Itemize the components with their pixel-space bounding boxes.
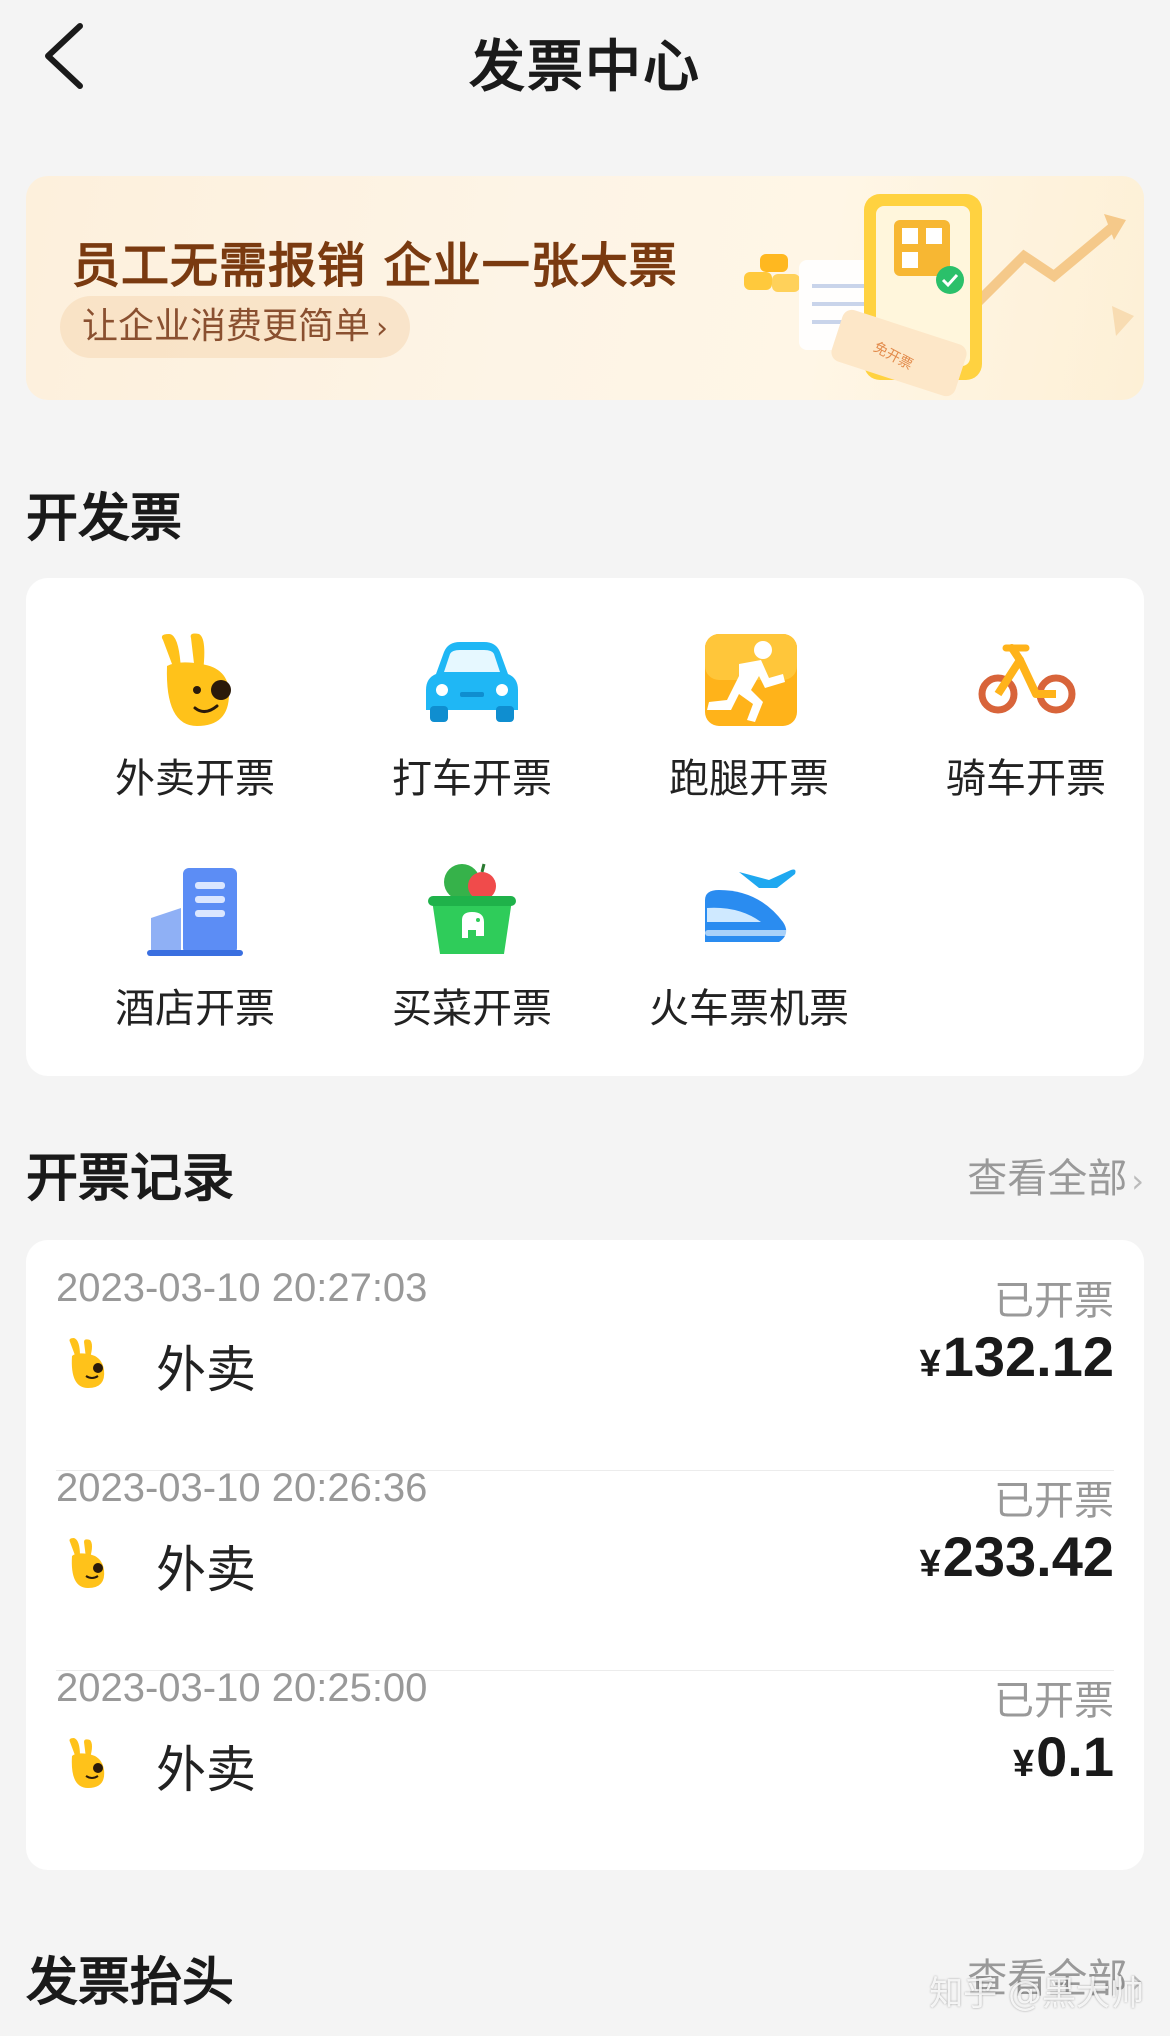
kangaroo-icon [69,1738,105,1788]
watermark: 知乎 @黑大帅 [929,1974,1144,2014]
grid-label-bike: 骑车开票 [946,756,1106,802]
grid-label-grocery: 买菜开票 [392,986,552,1032]
record-amount: ¥233.42 [920,1524,1114,1589]
nav-bar: 发票中心 [0,0,1170,112]
record-time: 2023-03-10 20:27:03 [56,1266,428,1310]
grid-label-taxi: 打车开票 [392,756,552,802]
chevron-right-icon: › [376,311,389,346]
currency-symbol: ¥ [919,1343,941,1385]
record-time: 2023-03-10 20:25:00 [56,1666,428,1710]
record-amount-value: 132.12 [942,1325,1114,1388]
kangaroo-icon [69,1538,105,1588]
grid-item-grocery[interactable]: 买菜开票 [332,860,612,1050]
banner-title: 员工无需报销 企业一张大票 [72,238,678,294]
issue-grid-card: 外卖开票 打车开票 跑腿开票 骑车开票 酒店开票 买菜开票 火车票机票 [26,578,1144,1076]
record-amount-value: 233.42 [942,1525,1114,1588]
grid-item-train-plane[interactable]: 火车票机票 [609,860,889,1050]
page-title: 发票中心 [469,35,701,100]
bike-icon [978,644,1076,714]
view-all-label: 查看全部 [967,1156,1128,1202]
record-type: 外卖 [156,1541,256,1599]
hotel-icon [147,868,243,956]
currency-symbol: ¥ [919,1543,941,1585]
records-view-all-link[interactable]: 查看全部 › [967,1146,1144,1204]
records-section-title: 开票记录 [26,1149,235,1209]
train-plane-icon [705,869,796,942]
grid-label-takeout: 外卖开票 [115,756,275,802]
car-icon [426,642,518,722]
record-row[interactable]: 2023-03-10 20:25:00 已开票 外卖 ¥0.1 [56,1640,1114,1840]
banner-subtitle: 让企业消费更简单 [82,306,371,347]
record-type: 外卖 [156,1341,256,1399]
grid-label-hotel: 酒店开票 [115,986,275,1032]
record-amount-value: 0.1 [1036,1725,1114,1788]
grid-item-bike[interactable]: 骑车开票 [886,630,1166,820]
promo-banner[interactable]: 员工无需报销 企业一张大票 让企业消费更简单 › 免开票 [26,176,1144,400]
chevron-right-icon: › [1131,1162,1144,1200]
grid-label-train-plane: 火车票机票 [649,986,849,1032]
grid-item-errand[interactable]: 跑腿开票 [609,630,889,820]
record-row[interactable]: 2023-03-10 20:27:03 已开票 外卖 ¥132.12 [56,1240,1114,1440]
runner-icon [705,634,797,726]
invoice-illustration-icon: 免开票 [744,194,1134,397]
grid-item-hotel[interactable]: 酒店开票 [55,860,335,1050]
grid-item-takeout[interactable]: 外卖开票 [55,630,335,820]
record-row[interactable]: 2023-03-10 20:26:36 已开票 外卖 ¥233.42 [56,1440,1114,1640]
grid-item-taxi[interactable]: 打车开票 [332,630,612,820]
grid-label-errand: 跑腿开票 [669,756,829,802]
kangaroo-icon [69,1338,105,1388]
record-amount: ¥132.12 [920,1324,1114,1389]
record-time: 2023-03-10 20:26:36 [56,1466,428,1510]
grocery-basket-icon [428,863,516,954]
records-card: 2023-03-10 20:27:03 已开票 外卖 ¥132.12 2023-… [26,1240,1144,1870]
record-amount: ¥0.1 [1013,1724,1114,1789]
issue-section-title: 开发票 [26,489,183,549]
banner-subtitle-pill[interactable]: 让企业消费更简单 › [60,296,411,358]
currency-symbol: ¥ [1013,1743,1035,1785]
record-status: 已开票 [994,1478,1114,1524]
kangaroo-icon [161,633,231,726]
record-status: 已开票 [994,1278,1114,1324]
record-status: 已开票 [994,1678,1114,1724]
record-type: 外卖 [156,1741,256,1799]
invoice-header-section-title: 发票抬头 [26,1953,235,2013]
